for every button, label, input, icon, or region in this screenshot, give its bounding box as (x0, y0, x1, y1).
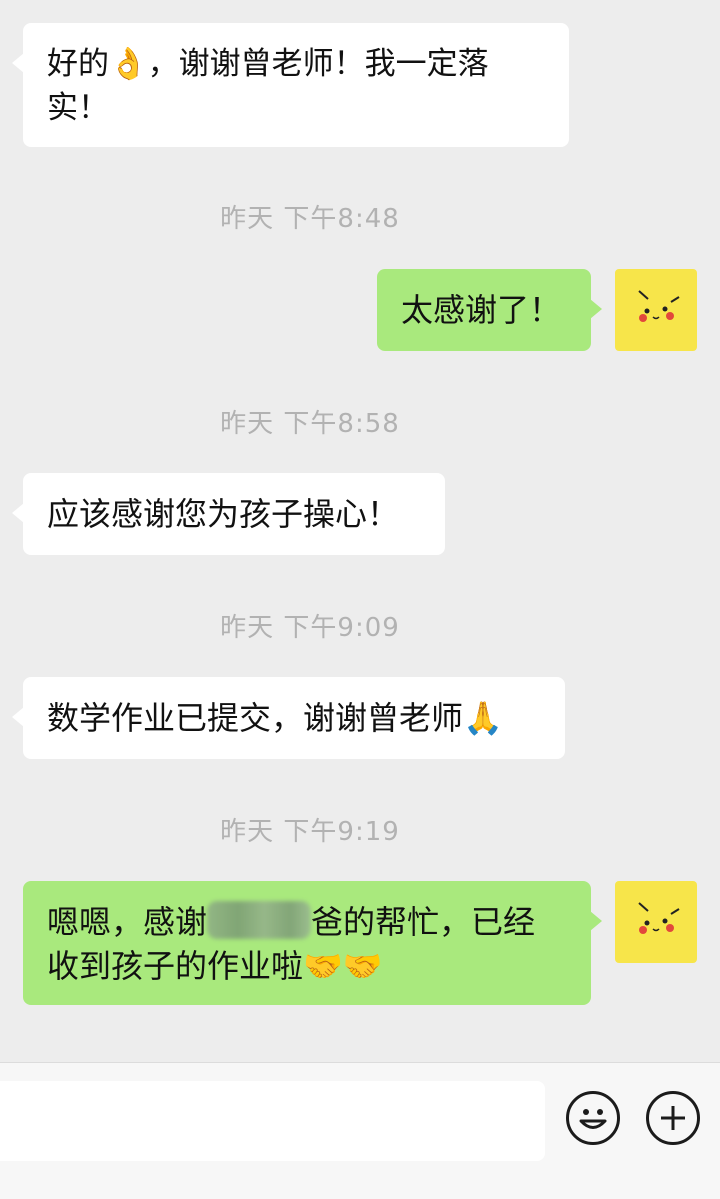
message-bubble-incoming[interactable]: 数学作业已提交，谢谢曾老师🙏 (12, 677, 565, 759)
input-bar (0, 1062, 720, 1199)
message-text-part: 爸的帮忙，已经 (311, 903, 536, 941)
pikachu-avatar[interactable] (615, 881, 697, 963)
smiley-face-icon (579, 1109, 607, 1129)
pikachu-face-icon (638, 290, 680, 322)
message-text: 好的👌，谢谢曾老师！我一定落实！ (47, 46, 489, 126)
message-bubble-incoming[interactable]: 应该感谢您为孩子操心！ (12, 473, 445, 555)
message-text-part: 收到孩子的作业啦🤝🤝 (47, 947, 383, 985)
pikachu-face-icon (638, 902, 680, 934)
message-text-part: 嗯嗯，感谢 (47, 903, 208, 941)
chat-area: 好的👌，谢谢曾老师！我一定落实！ 昨天 下午8:48 太感谢了！ 昨天 下午8:… (0, 0, 720, 1062)
message-bubble-outgoing[interactable]: 嗯嗯，感谢 爸的帮忙，已经 收到孩子的作业啦🤝🤝 (23, 881, 602, 1005)
message-timestamp: 昨天 下午9:19 (220, 817, 400, 847)
emoji-button[interactable] (566, 1091, 620, 1145)
pikachu-avatar[interactable] (615, 269, 697, 351)
message-text: 太感谢了！ (401, 291, 562, 329)
message-timestamp: 昨天 下午8:58 (220, 409, 400, 439)
message-input[interactable] (0, 1081, 545, 1161)
message-text: 数学作业已提交，谢谢曾老师🙏 (47, 699, 503, 737)
message-bubble-incoming[interactable]: 好的👌，谢谢曾老师！我一定落实！ (12, 23, 569, 147)
message-text: 应该感谢您为孩子操心！ (47, 495, 400, 533)
message-bubble-outgoing[interactable]: 太感谢了！ (377, 269, 602, 351)
message-timestamp: 昨天 下午9:09 (220, 613, 400, 643)
plus-icon (661, 1106, 685, 1130)
redacted-name-blur (207, 901, 312, 939)
more-button[interactable] (646, 1091, 700, 1145)
message-timestamp: 昨天 下午8:48 (220, 204, 400, 234)
